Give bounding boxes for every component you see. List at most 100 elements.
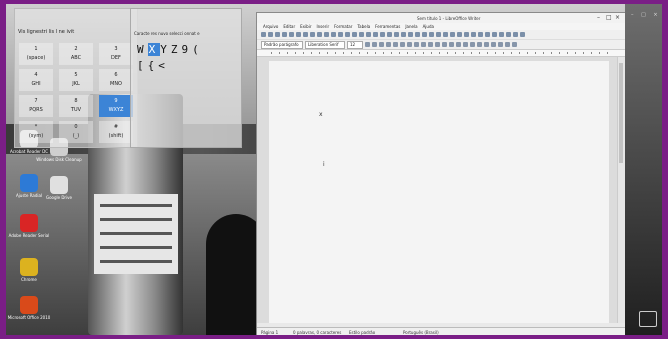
toolbar-button-icon[interactable]: [513, 32, 518, 37]
format-button-icon[interactable]: [393, 42, 398, 47]
toolbar-button-icon[interactable]: [338, 32, 343, 37]
menu-item[interactable]: Inserir: [316, 24, 329, 29]
toolbar-button-icon[interactable]: [450, 32, 455, 37]
maximize-icon[interactable]: □: [606, 14, 612, 21]
toolbar-button-icon[interactable]: [275, 32, 280, 37]
toolbar-button-icon[interactable]: [408, 32, 413, 37]
toolbar-button-icon[interactable]: [415, 32, 420, 37]
format-button-icon[interactable]: [442, 42, 447, 47]
toolbar-button-icon[interactable]: [331, 32, 336, 37]
menu-item[interactable]: Janela: [405, 24, 417, 29]
toolbar-button-icon[interactable]: [387, 32, 392, 37]
toolbar-button-icon[interactable]: [366, 32, 371, 37]
toolbar-button-icon[interactable]: [436, 32, 441, 37]
toolbar-button-icon[interactable]: [352, 32, 357, 37]
horizontal-ruler[interactable]: [257, 50, 625, 57]
menu-item[interactable]: Tabela: [357, 24, 370, 29]
keypad-key[interactable]: 9 WXYZ: [99, 95, 133, 117]
keypad-key[interactable]: 1 (space): [19, 43, 53, 65]
candidate-character[interactable]: 9: [182, 43, 193, 56]
toolbar-button-icon[interactable]: [422, 32, 427, 37]
format-button-icon[interactable]: [414, 42, 419, 47]
keypad-key[interactable]: 3 DEF: [99, 43, 133, 65]
candidate-character[interactable]: <: [158, 59, 169, 72]
toolbar-button-icon[interactable]: [261, 32, 266, 37]
toolbar-button-icon[interactable]: [296, 32, 301, 37]
keypad-key[interactable]: 7 PQRS: [19, 95, 53, 117]
toolbar-button-icon[interactable]: [471, 32, 476, 37]
scrollbar-thumb[interactable]: [619, 63, 623, 163]
format-button-icon[interactable]: [435, 42, 440, 47]
font-size-select[interactable]: 12: [347, 40, 363, 49]
format-button-icon[interactable]: [498, 42, 503, 47]
toolbar-button-icon[interactable]: [506, 32, 511, 37]
toolbar-button-icon[interactable]: [359, 32, 364, 37]
menu-item[interactable]: Arquivo: [263, 24, 278, 29]
candidate-character[interactable]: W: [137, 43, 148, 56]
keypad-key[interactable]: 0 (_): [59, 121, 93, 143]
toolbar-button-icon[interactable]: [443, 32, 448, 37]
keypad-key[interactable]: 8 TUV: [59, 95, 93, 117]
format-button-icon[interactable]: [386, 42, 391, 47]
menu-item[interactable]: Editar: [283, 24, 295, 29]
format-button-icon[interactable]: [400, 42, 405, 47]
format-button-icon[interactable]: [484, 42, 489, 47]
menu-item[interactable]: Formatar: [334, 24, 352, 29]
keypad-key[interactable]: 2 ABC: [59, 43, 93, 65]
format-button-icon[interactable]: [456, 42, 461, 47]
format-button-icon[interactable]: [421, 42, 426, 47]
keypad-key[interactable]: 6 MNO: [99, 69, 133, 91]
toolbar-button-icon[interactable]: [380, 32, 385, 37]
candidate-character[interactable]: Y: [160, 43, 171, 56]
keypad-key[interactable]: 5 JKL: [59, 69, 93, 91]
format-button-icon[interactable]: [449, 42, 454, 47]
toolbar-button-icon[interactable]: [520, 32, 525, 37]
paragraph-style-select[interactable]: Padrão parágrafo: [261, 40, 303, 49]
menu-item[interactable]: Ferramentas: [375, 24, 400, 29]
toolbar-button-icon[interactable]: [429, 32, 434, 37]
toolbar-button-icon[interactable]: [282, 32, 287, 37]
candidate-character[interactable]: Z: [171, 43, 182, 56]
format-button-icon[interactable]: [477, 42, 482, 47]
toolbar-button-icon[interactable]: [373, 32, 378, 37]
toolbar-button-icon[interactable]: [289, 32, 294, 37]
toolbar-button-icon[interactable]: [401, 32, 406, 37]
format-button-icon[interactable]: [407, 42, 412, 47]
menu-item[interactable]: Exibir: [300, 24, 311, 29]
format-button-icon[interactable]: [470, 42, 475, 47]
toolbar-button-icon[interactable]: [268, 32, 273, 37]
candidate-character[interactable]: X: [147, 43, 161, 56]
candidate-character[interactable]: (: [192, 43, 203, 56]
desktop-icon-google-drive[interactable]: Google Drive: [36, 176, 82, 200]
toolbar-button-icon[interactable]: [464, 32, 469, 37]
format-button-icon[interactable]: [372, 42, 377, 47]
toolbar-button-icon[interactable]: [303, 32, 308, 37]
keypad-key[interactable]: * (sym): [19, 121, 53, 143]
format-button-icon[interactable]: [428, 42, 433, 47]
toolbar-button-icon[interactable]: [457, 32, 462, 37]
font-name-select[interactable]: Liberation Serif: [305, 40, 345, 49]
format-button-icon[interactable]: [365, 42, 370, 47]
toolbar-button-icon[interactable]: [345, 32, 350, 37]
toolbar-button-icon[interactable]: [478, 32, 483, 37]
format-button-icon[interactable]: [491, 42, 496, 47]
minimize-icon[interactable]: –: [597, 14, 600, 21]
window-controls[interactable]: – □ ×: [631, 12, 661, 18]
candidate-character[interactable]: {: [148, 59, 159, 72]
toolbar-button-icon[interactable]: [317, 32, 322, 37]
toolbar-button-icon[interactable]: [310, 32, 315, 37]
close-icon[interactable]: ×: [615, 14, 620, 21]
format-button-icon[interactable]: [463, 42, 468, 47]
toolbar-button-icon[interactable]: [485, 32, 490, 37]
notification-tray-icon[interactable]: [639, 311, 657, 327]
desktop-icon-office[interactable]: Microsoft Office 2010: [6, 296, 52, 320]
format-button-icon[interactable]: [505, 42, 510, 47]
candidate-character[interactable]: [: [137, 59, 148, 72]
vertical-scrollbar[interactable]: [617, 57, 625, 323]
menu-item[interactable]: Ajuda: [423, 24, 434, 29]
toolbar-button-icon[interactable]: [492, 32, 497, 37]
toolbar-button-icon[interactable]: [324, 32, 329, 37]
desktop-icon-acrobat[interactable]: Adobe Reader Serial: [6, 214, 52, 238]
desktop-icon-chrome[interactable]: Chrome: [6, 258, 52, 282]
toolbar-button-icon[interactable]: [394, 32, 399, 37]
